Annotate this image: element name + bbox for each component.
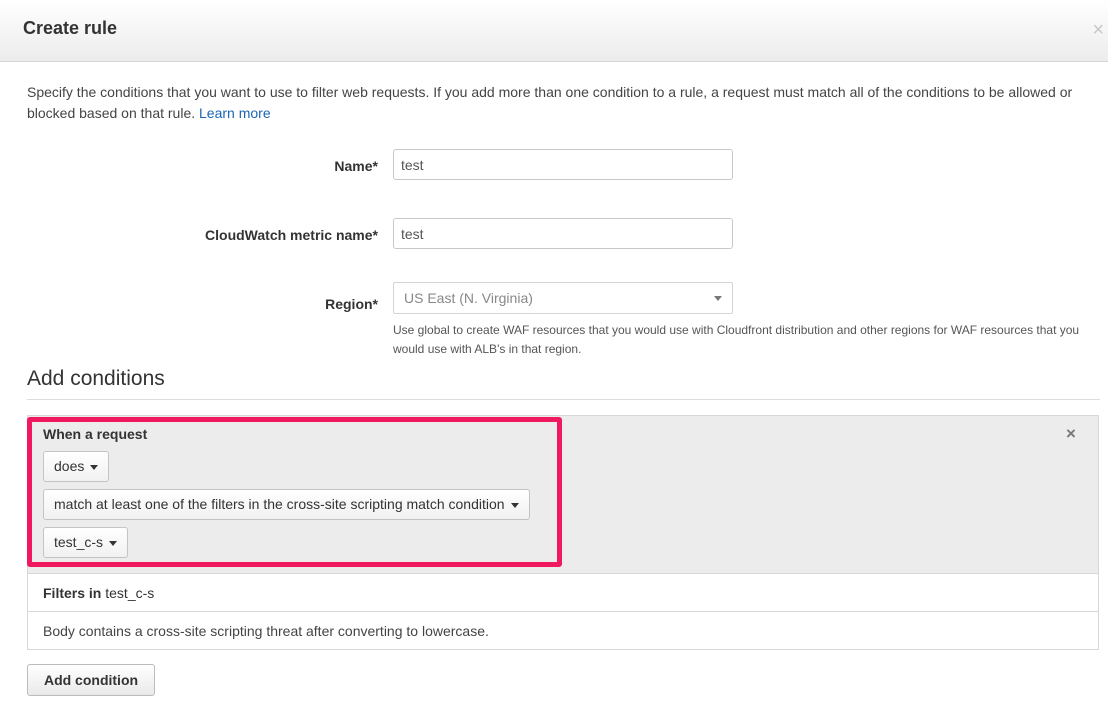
dialog-title: Create rule bbox=[23, 18, 118, 38]
filter-description: Body contains a cross-site scripting thr… bbox=[43, 623, 489, 639]
caret-down-icon bbox=[510, 502, 519, 508]
name-input[interactable] bbox=[393, 149, 733, 180]
filters-header-row: Filters in test_c-s bbox=[27, 573, 1099, 612]
does-dropdown-label: does bbox=[54, 458, 85, 474]
filters-label: Filters in bbox=[43, 585, 102, 601]
region-label: Region* bbox=[325, 296, 378, 312]
condition-dropdown[interactable]: test_c-s bbox=[43, 527, 129, 558]
dialog-header: Create rule × bbox=[0, 0, 1108, 62]
filters-heading: Filters in test_c-s bbox=[43, 585, 154, 601]
intro-text: Specify the conditions that you want to … bbox=[27, 82, 1102, 124]
match-type-dropdown[interactable]: match at least one of the filters in the… bbox=[43, 489, 530, 520]
learn-more-link[interactable]: Learn more bbox=[199, 105, 271, 121]
metric-name-label: CloudWatch metric name* bbox=[205, 227, 378, 243]
intro-description: Specify the conditions that you want to … bbox=[27, 84, 1073, 121]
condition-dropdown-label: test_c-s bbox=[54, 534, 104, 550]
does-dropdown[interactable]: does bbox=[43, 451, 110, 482]
add-conditions-heading: Add conditions bbox=[27, 367, 165, 390]
name-label: Name* bbox=[334, 158, 378, 174]
region-help-text: Use global to create WAF resources that … bbox=[393, 323, 1080, 356]
match-type-label: match at least one of the filters in the… bbox=[54, 496, 505, 512]
caret-down-icon bbox=[109, 540, 118, 546]
region-select[interactable]: US East (N. Virginia) bbox=[393, 282, 733, 314]
caret-down-icon bbox=[90, 464, 99, 470]
chevron-down-icon bbox=[714, 296, 722, 301]
section-divider bbox=[27, 399, 1100, 400]
add-condition-button[interactable]: Add condition bbox=[27, 664, 155, 696]
when-request-label: When a request bbox=[43, 426, 148, 442]
region-selected-value: US East (N. Virginia) bbox=[404, 290, 533, 306]
filter-row: Body contains a cross-site scripting thr… bbox=[27, 611, 1099, 650]
remove-condition-icon[interactable]: × bbox=[1066, 424, 1076, 444]
filters-condition-name: test_c-s bbox=[105, 585, 155, 601]
metric-name-input[interactable] bbox=[393, 218, 733, 249]
close-icon[interactable]: × bbox=[1092, 20, 1104, 40]
